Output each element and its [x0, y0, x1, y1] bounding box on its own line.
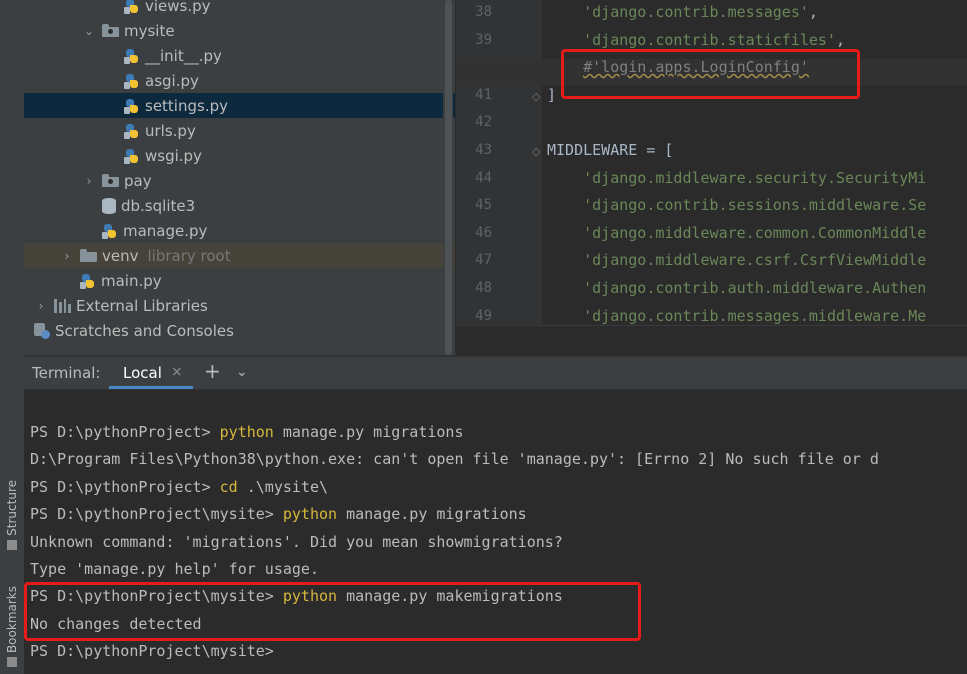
line-number: 43	[475, 142, 492, 158]
database-file-icon	[102, 197, 116, 214]
active-tab-underline	[109, 386, 193, 389]
tree-item-label: manage.py	[123, 221, 208, 240]
python-file-icon	[124, 0, 140, 14]
tree-item[interactable]: asgi.py	[24, 68, 455, 93]
code-line: 'django.contrib.auth.middleware.Authen	[583, 279, 927, 297]
tree-item[interactable]: urls.py	[24, 118, 455, 143]
terminal-line: Unknown command: 'migrations'. Did you m…	[30, 532, 563, 551]
tree-item-label: db.sqlite3	[121, 196, 196, 215]
bookmarks-tab[interactable]: Bookmarks	[2, 586, 22, 668]
tree-item-label: views.py	[145, 0, 211, 15]
bookmark-icon	[7, 657, 17, 668]
code-line: 'django.middleware.common.CommonMiddle	[583, 223, 927, 242]
code-line: 'django.contrib.sessions.middleware.Se	[583, 196, 927, 215]
structure-tab[interactable]: Structure	[2, 480, 22, 550]
highlight-box-installed-app	[561, 49, 860, 99]
folder-icon	[102, 174, 119, 187]
code-line: 'django.contrib.staticfiles',	[583, 30, 846, 49]
terminal-tab-label: Local	[123, 364, 162, 382]
tree-item[interactable]: › External Libraries	[24, 293, 455, 318]
editor-breadcrumb-bar	[456, 325, 967, 355]
line-number: 45	[475, 197, 492, 214]
tree-item-label: External Libraries	[76, 296, 208, 315]
tree-item[interactable]: settings.py	[24, 93, 455, 118]
fold-marker-icon[interactable]: ◇	[532, 90, 542, 103]
tree-item[interactable]: main.py	[24, 268, 455, 293]
line-number: 39	[475, 31, 492, 48]
tree-item-label: urls.py	[145, 121, 196, 140]
python-file-icon	[124, 148, 140, 164]
tree-item[interactable]: › pay	[24, 168, 455, 193]
tree-item-label: main.py	[101, 271, 162, 290]
tree-item[interactable]: wsgi.py	[24, 143, 455, 168]
tree-item-label: mysite	[124, 21, 175, 40]
project-tree-scrollbar[interactable]	[443, 0, 453, 355]
python-file-icon	[102, 223, 118, 239]
line-number: 46	[475, 224, 492, 241]
terminal-line: PS D:\pythonProject> python manage.py mi…	[30, 423, 464, 441]
tree-item[interactable]: views.py	[24, 0, 455, 18]
chevron-right-icon[interactable]: ›	[34, 299, 48, 313]
tree-item[interactable]: Scratches and Consoles	[24, 318, 455, 343]
structure-icon	[7, 539, 17, 550]
scratch-icon	[34, 322, 50, 339]
line-number: 48	[475, 280, 492, 296]
library-icon	[54, 298, 71, 313]
chevron-down-icon[interactable]: ⌄	[82, 24, 96, 38]
project-tree: views.py ⌄ mysite __init__.py asgi.py setting…	[24, 0, 455, 355]
python-file-icon	[124, 48, 140, 64]
tree-item-label: __init__.py	[145, 46, 222, 65]
new-terminal-plus-icon[interactable]: +	[204, 359, 221, 383]
folder-icon	[80, 249, 97, 262]
chevron-right-icon[interactable]: ›	[60, 249, 74, 263]
tree-item-label: wsgi.py	[145, 146, 202, 165]
line-number: 42	[475, 114, 492, 131]
python-file-icon	[124, 123, 140, 139]
tree-item[interactable]: manage.py	[24, 218, 455, 243]
line-number: 38	[475, 4, 492, 20]
line-number: 44	[475, 169, 492, 186]
chevron-right-icon[interactable]: ›	[82, 174, 96, 188]
python-file-icon	[124, 98, 140, 114]
python-file-icon	[80, 273, 96, 289]
tree-item-label: pay	[124, 171, 152, 190]
code-line: 'django.middleware.csrf.CsrfViewMiddle	[583, 251, 927, 270]
line-number: 41	[475, 86, 492, 103]
code-line: MIDDLEWARE = [	[547, 141, 674, 159]
python-file-icon	[124, 73, 140, 89]
code-line: ]	[547, 85, 557, 104]
chevron-down-icon[interactable]: ⌄	[236, 364, 248, 380]
terminal-tab-local[interactable]: Local ×	[109, 357, 193, 389]
line-number: 47	[475, 252, 492, 269]
tree-item-label: settings.py	[145, 96, 228, 115]
structure-tab-label: Structure	[5, 480, 19, 536]
terminal-line: PS D:\pythonProject\mysite>	[30, 642, 274, 661]
bookmarks-tab-label: Bookmarks	[5, 586, 19, 654]
terminal-line: Type 'manage.py help' for usage.	[30, 560, 319, 578]
code-line: 'django.middleware.security.SecurityMi	[583, 168, 927, 187]
fold-marker-icon[interactable]: ◇	[532, 145, 542, 158]
code-line: 'django.contrib.messages',	[583, 3, 818, 21]
terminal-line: PS D:\pythonProject\mysite> python manag…	[30, 505, 527, 524]
tree-item[interactable]: › venv library root	[24, 243, 455, 268]
library-root-hint: library root	[147, 246, 231, 265]
code-line: 'django.contrib.messages.middleware.Me	[583, 306, 927, 325]
line-number-gutter: 383940414243444546474849◇◇	[456, 0, 542, 325]
tree-item-label: Scratches and Consoles	[55, 321, 234, 340]
line-number: 49	[475, 307, 492, 324]
highlight-box-makemigrations	[24, 582, 641, 641]
tool-window-strip: Structure Bookmarks	[0, 0, 25, 674]
close-icon[interactable]: ×	[171, 364, 183, 380]
tree-item[interactable]: __init__.py	[24, 43, 455, 68]
terminal-line: PS D:\pythonProject> cd .\mysite\	[30, 477, 329, 496]
tree-item-label: venv	[102, 246, 139, 265]
tree-item[interactable]: ⌄ mysite	[24, 18, 455, 43]
scrollbar-thumb[interactable]	[445, 0, 452, 355]
tree-item-label: asgi.py	[145, 71, 199, 90]
tree-item[interactable]: db.sqlite3	[24, 193, 455, 218]
folder-icon	[102, 24, 119, 37]
terminal-line: D:\Program Files\Python38\python.exe: ca…	[30, 450, 879, 469]
terminal-title: Terminal:	[32, 364, 101, 382]
terminal-toolbar: Terminal: Local × + ⌄	[24, 357, 967, 390]
